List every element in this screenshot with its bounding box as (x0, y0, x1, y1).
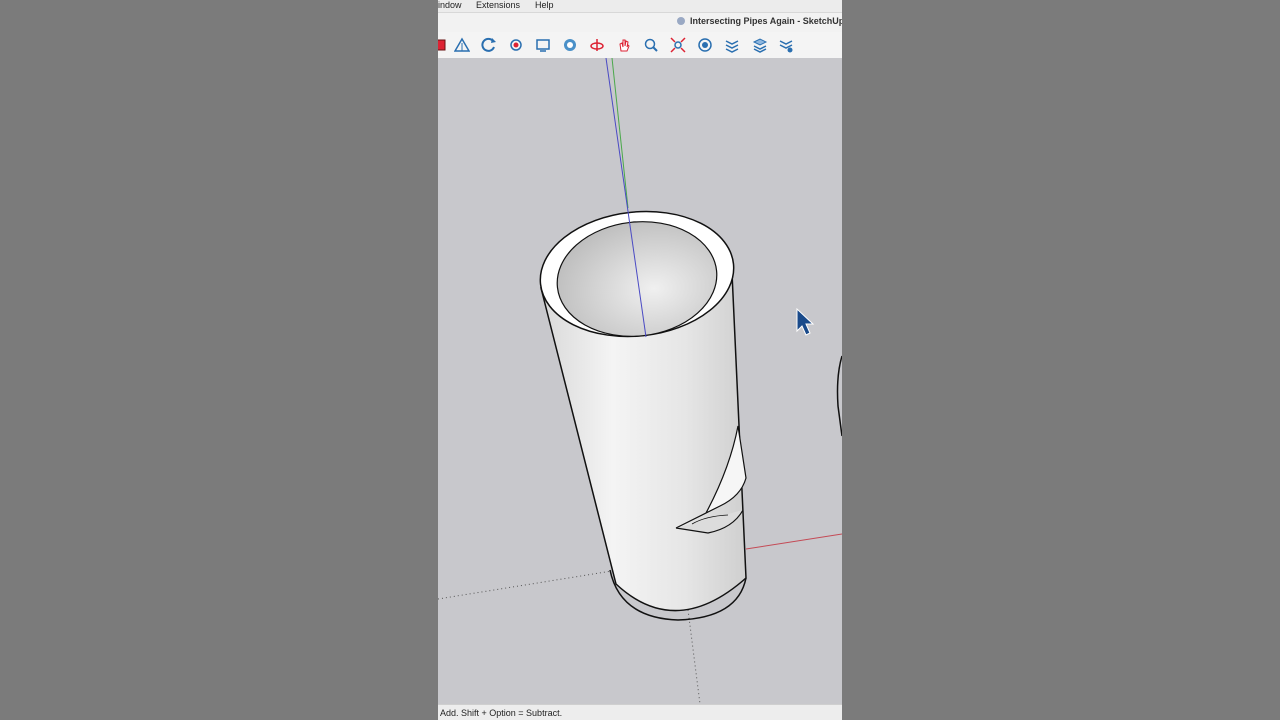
intersect-icon[interactable] (723, 36, 741, 54)
layers-icon[interactable] (751, 36, 769, 54)
position-camera-icon[interactable] (507, 36, 525, 54)
subtract-icon[interactable] (777, 36, 795, 54)
paint-bucket-icon[interactable] (438, 36, 448, 54)
triangle-icon[interactable] (453, 36, 471, 54)
menu-extensions[interactable]: Extensions (476, 0, 520, 11)
look-around-icon[interactable] (534, 36, 552, 54)
y-axis-line (611, 58, 629, 209)
mouse-cursor-icon (796, 307, 815, 336)
status-bar: Add. Shift + Option = Subtract. (438, 704, 842, 720)
second-pipe-edge (836, 355, 842, 437)
document-icon (677, 17, 685, 25)
y-axis-negative (685, 593, 701, 704)
title-bar: Intersecting Pipes Again - SketchUp (438, 12, 842, 33)
zoom-extents-icon[interactable] (669, 36, 687, 54)
zoom-icon[interactable] (642, 36, 660, 54)
left-blurred-margin (0, 0, 438, 720)
toolbar (438, 32, 842, 59)
window-title: Intersecting Pipes Again - SketchUp (690, 16, 842, 26)
modeling-viewport[interactable] (438, 58, 842, 704)
x-axis-negative (438, 569, 619, 600)
menu-window[interactable]: indow (438, 0, 462, 11)
status-text: Add. Shift + Option = Subtract. (440, 708, 563, 718)
scene-canvas[interactable] (438, 58, 842, 704)
solid-tools-icon[interactable] (696, 36, 714, 54)
right-blurred-margin (842, 0, 1280, 720)
menu-help[interactable]: Help (535, 0, 554, 11)
orbit-icon[interactable] (480, 36, 498, 54)
x-axis-line (745, 533, 842, 550)
sketchup-window: indow Extensions Help Intersecting Pipes… (438, 0, 842, 720)
section-plane-icon[interactable] (588, 36, 606, 54)
menu-bar: indow Extensions Help (438, 0, 842, 12)
walk-icon[interactable] (561, 36, 579, 54)
pan-icon[interactable] (615, 36, 633, 54)
